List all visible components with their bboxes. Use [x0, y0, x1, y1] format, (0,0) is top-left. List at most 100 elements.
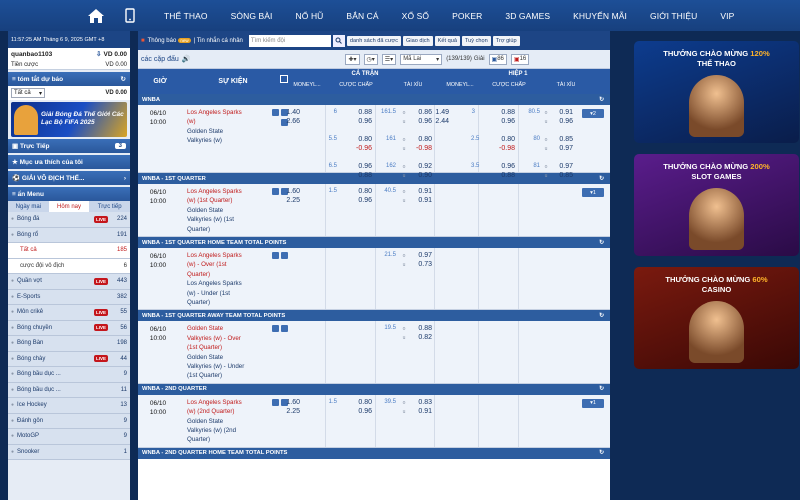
stats-icon[interactable]	[272, 188, 279, 195]
total-odds[interactable]: 0.83	[408, 399, 432, 406]
nav-item-6[interactable]: 3D GAMES	[505, 11, 550, 21]
refresh-icon[interactable]: ↻	[599, 386, 604, 392]
moneyline-odds[interactable]: 1.40	[286, 109, 300, 116]
half-total-line[interactable]: 81	[521, 163, 540, 169]
total-odds[interactable]: 0.80	[408, 136, 432, 143]
sport-item[interactable]: ● Bóng đá LIVE 224	[8, 212, 130, 228]
sport-item[interactable]: ● Ice Hockey 13	[8, 398, 130, 414]
more-bets-button[interactable]: ▾ 1	[582, 398, 604, 408]
notice-link[interactable]: Thông báo	[148, 38, 177, 44]
username[interactable]: quanbao1103	[11, 51, 52, 58]
sport-item[interactable]: ● Môn crikê LIVE 55	[8, 305, 130, 321]
league-header[interactable]: WNBA - 2ND QUARTER ↻	[138, 383, 610, 395]
sport-item[interactable]: ● Bóng chuyền LIVE 56	[8, 320, 130, 336]
count-box-1[interactable]: ▣ 86	[488, 53, 507, 65]
half-handicap-odds[interactable]: 0.88	[490, 109, 515, 116]
nav-item-5[interactable]: POKER	[452, 11, 482, 21]
half-handicap-odds[interactable]: 0.96	[490, 118, 515, 125]
refresh-icon[interactable]: ↻	[599, 176, 604, 182]
total-line[interactable]: 162	[378, 163, 396, 169]
refresh-icon[interactable]: ↻	[599, 240, 604, 246]
search-icon[interactable]	[332, 34, 345, 47]
half-total-odds[interactable]: 0.97	[550, 163, 573, 170]
league-header[interactable]: WNBA - 2ND QUARTER HOME TEAM TOTAL POINT…	[138, 447, 610, 459]
half-handicap-line[interactable]: 2.5	[471, 136, 479, 142]
total-line[interactable]: 21.5	[378, 252, 396, 258]
fifa-club-banner[interactable]: Giải Bóng Đá Thế Giới Các Lạc Bộ FIFA 20…	[11, 102, 127, 137]
moneyline-odds[interactable]: 2.25	[286, 197, 300, 204]
sport-item[interactable]: ● Quần vợt LIVE 443	[8, 274, 130, 290]
total-odds[interactable]: 0.91	[408, 197, 432, 204]
nav-item-7[interactable]: KHUYẾN MÃI	[573, 11, 627, 21]
promo-card[interactable]: THƯỞNG CHÀO MỪNG 60% CASINO	[634, 267, 799, 369]
stats-icon[interactable]	[272, 109, 279, 116]
handicap-line[interactable]: 1.5	[321, 188, 337, 194]
total-line[interactable]: 39.5	[378, 399, 396, 405]
nav-item-3[interactable]: BẮN CÁ	[346, 11, 378, 21]
total-odds[interactable]: 0.86	[408, 109, 432, 116]
half-handicap-line[interactable]: 3.5	[471, 163, 479, 169]
promo-card[interactable]: THƯỞNG CHÀO MỪNG 200% SLOT GAMES	[634, 154, 799, 256]
total-odds[interactable]: 0.73	[408, 261, 432, 268]
moneyline-odds[interactable]: 1.60	[286, 399, 300, 406]
sport-item[interactable]: ● E-Sports 382	[8, 289, 130, 305]
half-total-line[interactable]: 80	[521, 136, 540, 142]
total-line[interactable]: 19.5	[378, 325, 396, 331]
handicap-odds[interactable]: 0.96	[346, 408, 372, 415]
sport-item[interactable]: ● Snooker 1	[8, 444, 130, 460]
sport-item[interactable]: ● Đánh gôn 9	[8, 413, 130, 429]
sport-item[interactable]: ● Bóng bầu dục ... 9	[8, 367, 130, 383]
sport-item[interactable]: cược đội vô địch 6	[8, 258, 130, 274]
handicap-odds[interactable]: 0.80	[346, 136, 372, 143]
more-bets-button[interactable]: ▾ 2	[582, 109, 604, 118]
home-icon[interactable]	[82, 0, 110, 31]
total-odds[interactable]: 0.91	[408, 188, 432, 195]
total-line[interactable]: 161	[378, 136, 396, 142]
stats-icon[interactable]	[272, 325, 279, 333]
promo-card[interactable]: THƯỞNG CHÀO MỪNG 120% THỂ THAO	[634, 41, 799, 143]
moneyline-odds[interactable]: 2.66	[286, 118, 300, 125]
half-handicap-odds[interactable]: 0.96	[490, 163, 515, 170]
stats-icon[interactable]	[272, 398, 279, 406]
half-moneyline-odds[interactable]: 1.49	[435, 109, 449, 116]
total-odds[interactable]: 0.88	[408, 325, 432, 332]
handicap-odds[interactable]: 0.96	[346, 163, 372, 170]
count-box-2[interactable]: ▣ 16	[510, 53, 530, 65]
options-button[interactable]: Tuỳ chọn	[461, 35, 491, 46]
nav-item-8[interactable]: GIỚI THIỆU	[650, 11, 697, 21]
nav-item-2[interactable]: NỔ HŨ	[296, 11, 324, 21]
total-line[interactable]: 161.5	[378, 109, 396, 115]
refresh-icon[interactable]: ↻	[599, 97, 604, 103]
nav-item-1[interactable]: SÒNG BÀI	[231, 11, 273, 21]
sport-item[interactable]: ● Bóng rổ 191	[8, 227, 130, 243]
handicap-line[interactable]: 6	[321, 109, 337, 115]
handicap-line[interactable]: 1.5	[321, 399, 337, 405]
favorite-star-icon[interactable]	[281, 252, 288, 259]
sport-item[interactable]: ● Bóng chày LIVE 44	[8, 351, 130, 367]
moneyline-odds[interactable]: 2.25	[286, 408, 300, 415]
bet-summary-header[interactable]: ≡ tóm tắt dự báo ↻	[8, 72, 130, 86]
bet-list-button[interactable]: danh sách đã cược	[346, 35, 402, 46]
half-total-odds[interactable]: 0.91	[550, 109, 573, 116]
team-search-input[interactable]: Tìm kiếm đội	[248, 34, 331, 47]
league-header[interactable]: WNBA - 1ST QUARTER AWAY TEAM TOTAL POINT…	[138, 310, 610, 322]
half-handicap-odds[interactable]: -0.98	[490, 145, 515, 152]
total-odds[interactable]: 0.91	[408, 408, 432, 415]
tab-live[interactable]: Trực tiếp	[89, 201, 130, 212]
handicap-odds[interactable]: 0.80	[346, 188, 372, 195]
league-filter[interactable]: Giải	[474, 56, 485, 62]
sport-item[interactable]: Tất cả 185	[8, 243, 130, 259]
download-icon[interactable]: ⇩	[96, 50, 101, 58]
personal-messages[interactable]: | Tin nhắn cá nhân	[194, 38, 243, 44]
handicap-odds[interactable]: 0.88	[346, 172, 372, 179]
total-odds[interactable]: 0.97	[408, 252, 432, 259]
more-bets-button[interactable]: ▾ 1	[582, 188, 604, 197]
results-button[interactable]: Kết quả	[434, 35, 460, 46]
menu-header[interactable]: ≡ ẩn Menu	[8, 187, 130, 201]
favorites-header[interactable]: ★ Mục ưa thích của tôi	[8, 155, 130, 169]
odds-type-select[interactable]: Mã Lai ▾	[400, 53, 443, 65]
refresh-icon[interactable]: ↻	[599, 450, 604, 456]
tab-tomorrow[interactable]: Ngày mai	[8, 201, 49, 212]
handicap-odds[interactable]: 0.80	[346, 399, 372, 406]
handicap-odds[interactable]: 0.96	[346, 197, 372, 204]
